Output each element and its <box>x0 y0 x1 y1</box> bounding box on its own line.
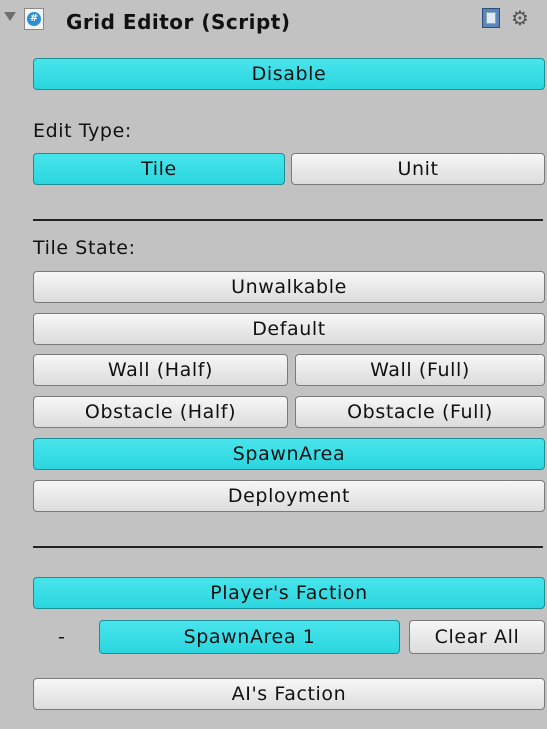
obstacle-half-button[interactable]: Obstacle (Half) <box>33 396 288 428</box>
tile-state-label: Tile State: <box>33 237 136 259</box>
ais-faction-button[interactable]: AI's Faction <box>33 678 545 710</box>
spawn-area-1-button[interactable]: SpawnArea 1 <box>99 620 400 654</box>
wall-full-button[interactable]: Wall (Full) <box>295 354 545 386</box>
separator-line <box>33 546 543 548</box>
clear-all-button[interactable]: Clear All <box>409 620 545 654</box>
gear-icon[interactable]: ⚙ <box>511 6 529 30</box>
separator-line <box>33 219 543 221</box>
tile-toggle-button[interactable]: Tile <box>33 153 285 185</box>
players-faction-button[interactable]: Player's Faction <box>33 577 545 609</box>
unwalkable-button[interactable]: Unwalkable <box>33 271 545 303</box>
deployment-button[interactable]: Deployment <box>33 480 545 512</box>
list-dash: - <box>58 626 65 648</box>
default-button[interactable]: Default <box>33 313 545 345</box>
help-book-icon[interactable] <box>482 8 500 28</box>
unit-toggle-button[interactable]: Unit <box>291 153 545 185</box>
script-icon: # <box>24 8 44 30</box>
edit-type-label: Edit Type: <box>33 120 132 142</box>
wall-half-button[interactable]: Wall (Half) <box>33 354 288 386</box>
triangle-down-icon[interactable] <box>4 12 16 21</box>
component-header: # Grid Editor (Script) ⚙ <box>0 0 547 46</box>
disable-button[interactable]: Disable <box>33 58 545 90</box>
obstacle-full-button[interactable]: Obstacle (Full) <box>295 396 545 428</box>
inspector-panel: # Grid Editor (Script) ⚙ Disable Edit Ty… <box>0 0 547 729</box>
spawn-area-button[interactable]: SpawnArea <box>33 438 545 470</box>
component-title: Grid Editor (Script) <box>66 10 291 34</box>
